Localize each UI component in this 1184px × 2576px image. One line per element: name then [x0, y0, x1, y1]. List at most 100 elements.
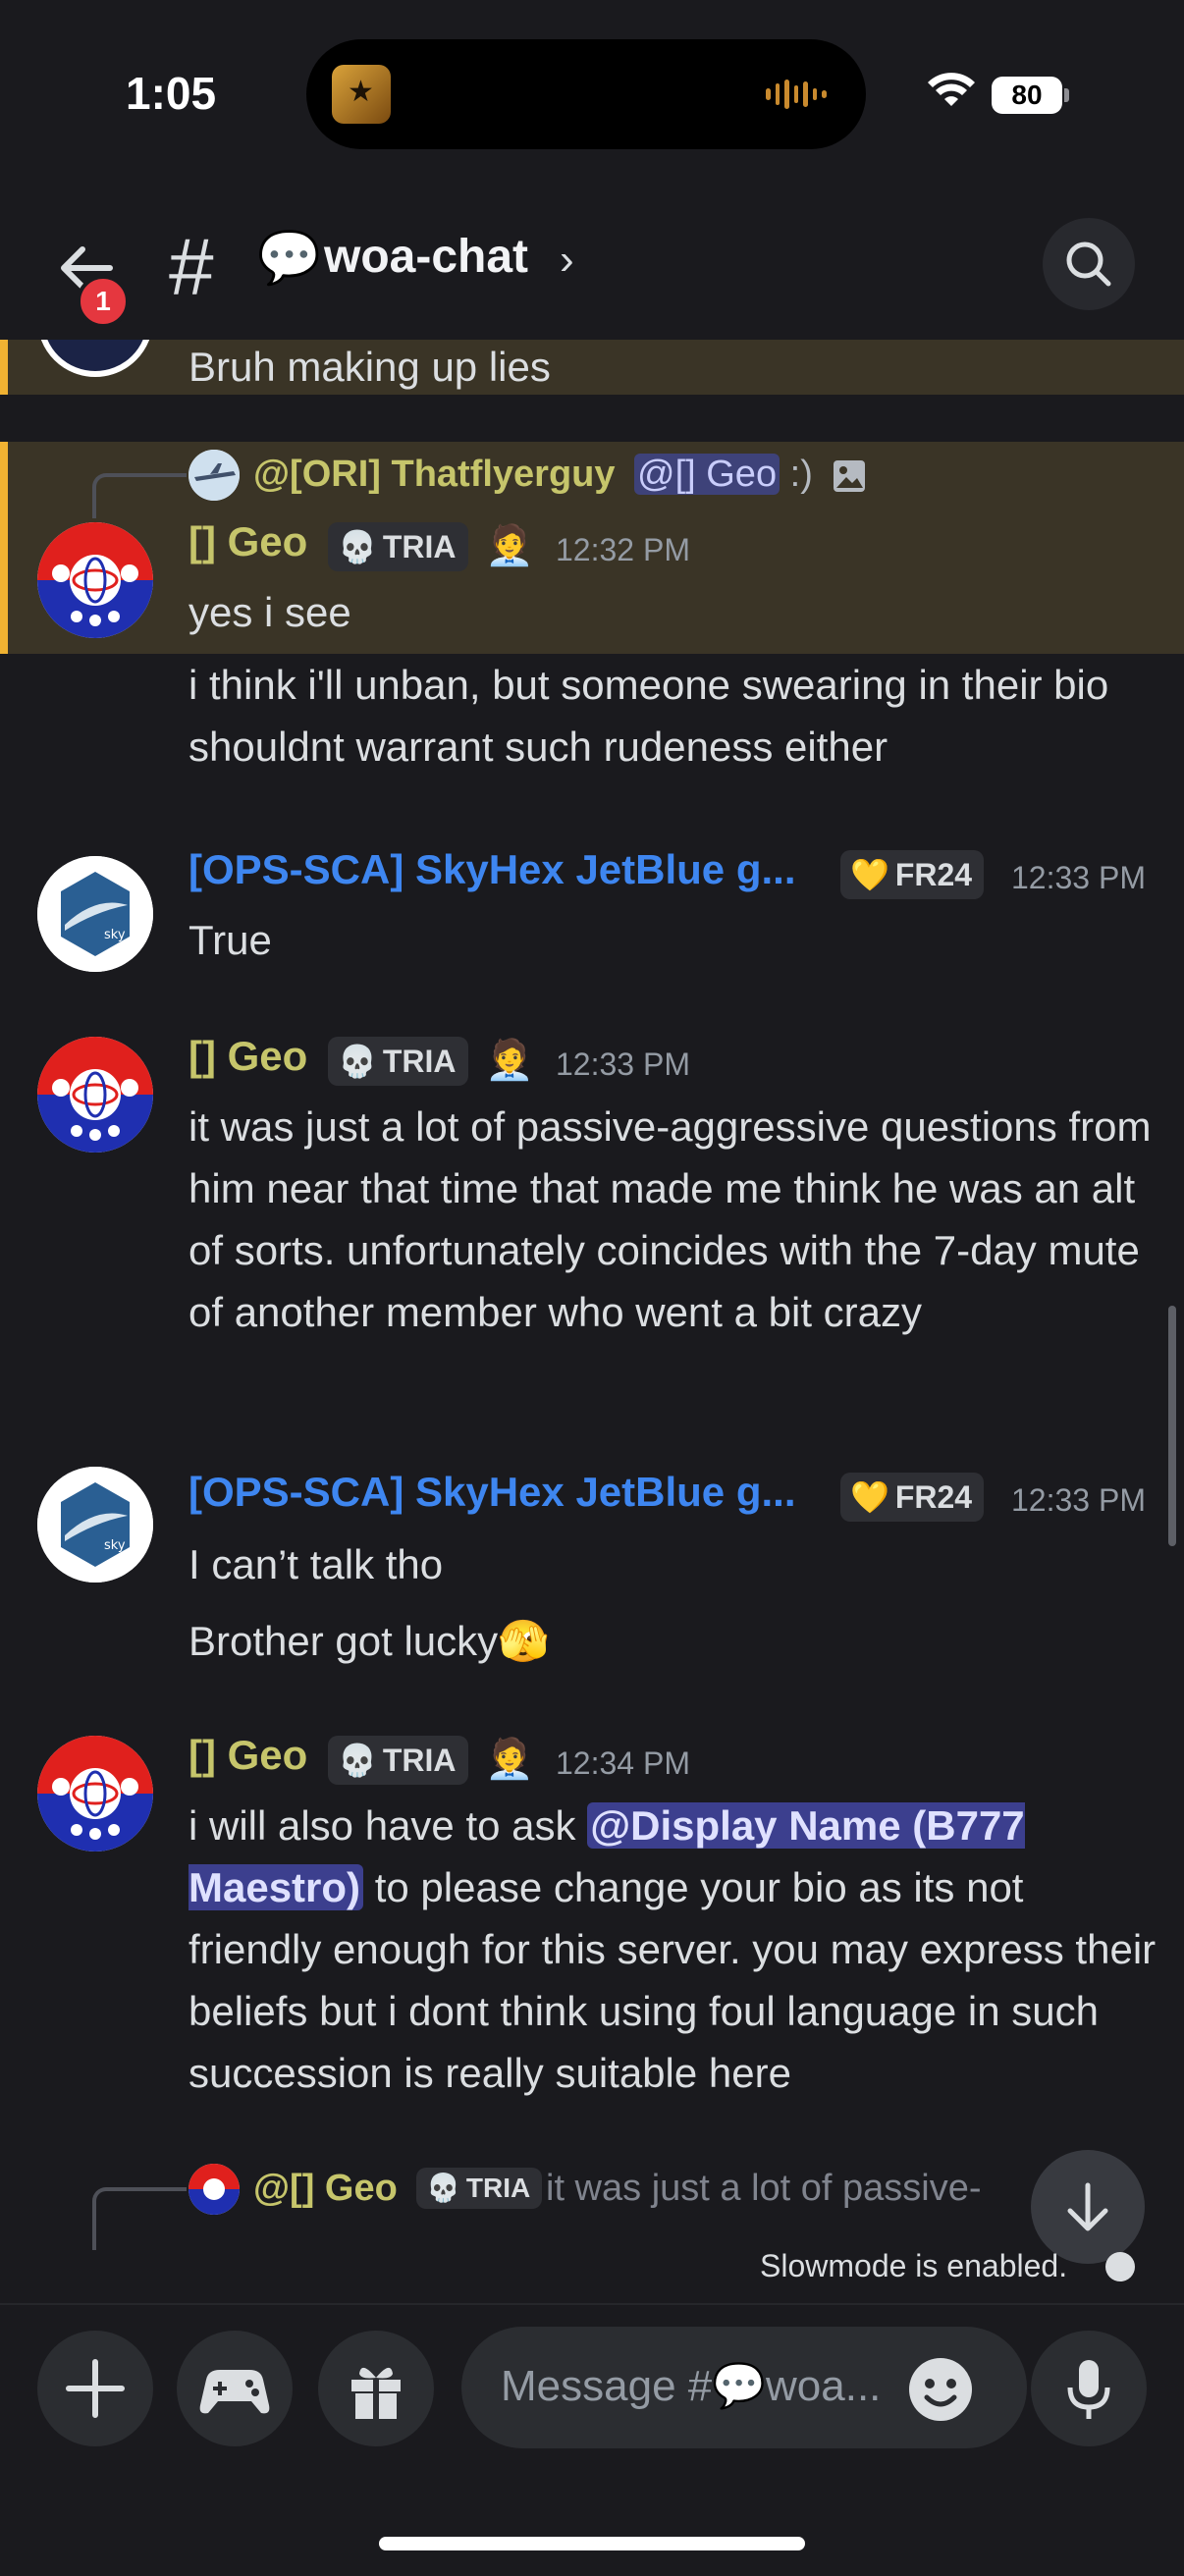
search-button[interactable]: [1043, 218, 1135, 310]
svg-text:sky: sky: [104, 928, 126, 942]
reply-mention[interactable]: @[] Geo: [634, 454, 780, 495]
message-text-line: Brother got lucky: [188, 1618, 499, 1664]
person-badge-icon: 🧑‍💼: [485, 1738, 534, 1781]
image-attachment-icon: [834, 460, 865, 492]
message-text: I can’t talk tho: [188, 1541, 444, 1587]
message-text: i will also have to ask @Display Name (B…: [188, 1795, 1160, 2104]
gift-icon: [351, 2367, 401, 2419]
reply-text: :): [789, 454, 813, 495]
role-tag-label: TRIA: [382, 1743, 457, 1778]
skull-icon: 💀: [338, 529, 377, 564]
activities-button[interactable]: [177, 2331, 293, 2446]
emoji-picker-icon[interactable]: [905, 2354, 976, 2425]
timestamp: 12:33 PM: [1011, 1482, 1146, 1518]
channel-title[interactable]: woa-chat: [324, 230, 528, 284]
geo-avatar-image: [37, 1736, 153, 1852]
geo-avatar-image: [37, 1037, 153, 1153]
wifi-icon: [928, 73, 975, 106]
skyhex-avatar-image: sky: [37, 856, 153, 972]
geo-avatar-image: [188, 2164, 240, 2215]
reply-preview[interactable]: it was just a lot of passive-: [546, 2168, 982, 2210]
role-tag-label: TRIA: [382, 1044, 457, 1079]
reply-preview[interactable]: @[] Geo :): [634, 454, 813, 496]
yellow-heart-icon: 💛: [850, 857, 889, 892]
message-text: yes i see: [188, 589, 351, 635]
skyhex-avatar[interactable]: sky: [37, 1467, 153, 1583]
role-tag[interactable]: 💛 FR24: [840, 850, 985, 899]
skyhex-avatar-image: sky: [37, 1467, 153, 1583]
reply-author[interactable]: @[] Geo: [253, 2168, 398, 2210]
role-tag[interactable]: 💀 TRIA: [328, 522, 468, 571]
skull-icon: 💀: [338, 1743, 377, 1778]
timestamp: 12:32 PM: [556, 532, 690, 567]
now-playing-app-icon[interactable]: [332, 65, 391, 124]
yellow-heart-icon: 💛: [850, 1479, 889, 1515]
battery-indicator: 80: [992, 77, 1062, 114]
voice-message-button[interactable]: [1031, 2331, 1147, 2446]
message-text: True: [188, 917, 272, 963]
lucky-sticker-icon: 🫣: [498, 1618, 550, 1664]
author-name[interactable]: [OPS-SCA] SkyHex JetBlue g...: [188, 846, 796, 893]
skyhex-avatar[interactable]: sky: [37, 856, 153, 972]
message-text: i think i'll unban, but someone swearing…: [188, 662, 1109, 770]
author-name[interactable]: [] Geo: [188, 1033, 307, 1080]
message-input-placeholder: Message #💬woa...: [501, 2362, 882, 2410]
plus-icon: [66, 2359, 125, 2418]
geo-avatar[interactable]: [37, 522, 153, 638]
skull-icon: 💀: [426, 2173, 460, 2203]
clock-icon: [1105, 2252, 1135, 2281]
timestamp: 12:33 PM: [556, 1046, 690, 1082]
role-tag-label: TRIA: [382, 529, 457, 564]
role-tag[interactable]: 💛 FR24: [840, 1473, 985, 1522]
message-text-part: i will also have to ask: [188, 1802, 588, 1849]
timestamp: 12:33 PM: [1011, 860, 1146, 895]
home-indicator[interactable]: [379, 2537, 805, 2550]
reply-author[interactable]: @[ORI] Thatflyerguy: [253, 454, 616, 496]
role-tag-label: FR24: [894, 1479, 973, 1515]
speech-bubble-icon: 💬: [257, 230, 321, 287]
svg-text:sky: sky: [104, 1538, 126, 1553]
geo-avatar-image: [37, 522, 153, 638]
message-text: it was just a lot of passive-aggressive …: [188, 1103, 1152, 1335]
unread-badge: 1: [77, 275, 130, 328]
message-text: Bruh making up lies: [188, 344, 551, 390]
reply-avatar[interactable]: [188, 450, 240, 501]
add-attachment-button[interactable]: [37, 2331, 153, 2446]
role-tag[interactable]: 💀 TRIA: [416, 2168, 543, 2209]
audio-waveform-icon: [766, 79, 828, 110]
author-name[interactable]: [OPS-SCA] SkyHex JetBlue g...: [188, 1469, 796, 1516]
status-time: 1:05: [126, 68, 217, 119]
reply-connector: [92, 473, 187, 518]
reply-connector: [92, 2187, 187, 2250]
arrow-down-icon: [1067, 2182, 1108, 2231]
geo-avatar[interactable]: [37, 1037, 153, 1153]
geo-avatar[interactable]: [37, 1736, 153, 1852]
message-list[interactable]: Bruh making up lies @[ORI] Thatflyerguy …: [0, 340, 1184, 2283]
role-tag[interactable]: 💀 TRIA: [328, 1736, 468, 1785]
skull-icon: 💀: [338, 1044, 377, 1079]
author-name[interactable]: [] Geo: [188, 1732, 307, 1779]
gift-button[interactable]: [318, 2331, 434, 2446]
chevron-right-icon[interactable]: ›: [560, 236, 574, 285]
battery-tip: [1064, 88, 1069, 102]
message-text: Brother got lucky🫣: [188, 1610, 549, 1672]
microphone-icon: [1067, 2360, 1110, 2419]
reply-avatar[interactable]: [188, 2164, 240, 2215]
role-tag-label: FR24: [894, 857, 973, 892]
search-icon: [1066, 242, 1111, 287]
gamepad-icon: [199, 2370, 270, 2414]
role-tag[interactable]: 💀 TRIA: [328, 1037, 468, 1086]
channel-hash-icon: #: [169, 223, 214, 312]
scrollbar[interactable]: [1168, 1306, 1176, 1546]
airplane-icon: [188, 450, 240, 501]
person-badge-icon: 🧑‍💼: [485, 524, 534, 567]
timestamp: 12:34 PM: [556, 1745, 690, 1781]
role-tag-label: TRIA: [465, 2173, 531, 2203]
person-badge-icon: 🧑‍💼: [485, 1039, 534, 1082]
jump-to-latest-button[interactable]: [1031, 2150, 1145, 2264]
slowmode-notice: Slowmode is enabled.: [760, 2248, 1068, 2283]
mention-accent-bar: [0, 340, 8, 395]
mention-accent-bar: [0, 442, 8, 654]
dynamic-island[interactable]: [306, 39, 866, 149]
author-name[interactable]: [] Geo: [188, 518, 307, 565]
